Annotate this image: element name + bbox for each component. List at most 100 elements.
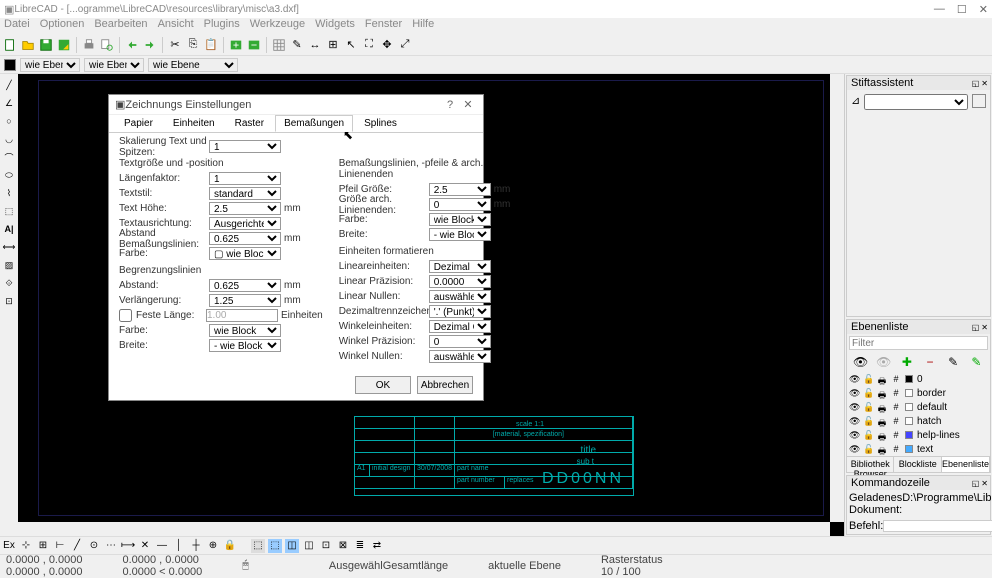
snap-grid-icon[interactable]: ⊞ [36, 539, 50, 553]
layer-edit-icon[interactable]: ✎ [945, 354, 961, 370]
r-farbe-select[interactable]: wie Block [429, 213, 491, 226]
tab-raster[interactable]: Raster [226, 115, 273, 132]
snap-intersection-icon[interactable]: ✕ [138, 539, 152, 553]
tab-layerlist[interactable]: Ebenenliste [942, 457, 990, 472]
restrict-ortho-icon[interactable]: ┼ [189, 539, 203, 553]
eye-icon[interactable]: 👁 [849, 430, 859, 440]
menu-werkzeuge[interactable]: Werkzeuge [250, 18, 305, 34]
sel-single-icon[interactable]: ◫ [285, 539, 299, 553]
zoom-sel-icon[interactable]: ⤢ [397, 37, 413, 53]
textausr-select[interactable]: Ausgerichtet [209, 217, 281, 230]
curve-tool-icon[interactable]: ◡ [2, 132, 16, 146]
menu-hilfe[interactable]: Hilfe [412, 18, 434, 34]
zoom-out-icon[interactable] [246, 37, 262, 53]
tab-papier[interactable]: Papier [115, 115, 162, 132]
saveas-icon[interactable] [56, 37, 72, 53]
sel-contour-icon[interactable]: ◫ [302, 539, 316, 553]
info-tool-icon[interactable]: ⊡ [2, 294, 16, 308]
lock-relative-icon[interactable]: 🔒 [223, 539, 237, 553]
panel-float-icon[interactable]: ◱ [972, 79, 980, 88]
textstil-select[interactable]: standard [209, 187, 281, 200]
pen-pick-icon[interactable]: ⊿ [851, 94, 860, 110]
construct-icon[interactable]: # [891, 402, 901, 412]
lock-icon[interactable]: 🔓 [863, 402, 873, 412]
construct-icon[interactable]: # [891, 444, 901, 454]
menu-datei[interactable]: Datei [4, 18, 30, 34]
snap-middle-icon[interactable]: ⋯ [104, 539, 118, 553]
deztrenn-select[interactable]: '.' (Punkt) [429, 305, 491, 318]
copy-icon[interactable]: ⎘ [185, 37, 201, 53]
print-preview-icon[interactable] [99, 37, 115, 53]
ruler-icon[interactable]: ↔ [307, 37, 323, 53]
pfeil-select[interactable]: 2.5 [429, 183, 491, 196]
vertical-scrollbar[interactable] [830, 74, 844, 522]
zoom-in-icon[interactable] [228, 37, 244, 53]
layer-row[interactable]: 👁🔓🖶#hatch [847, 414, 990, 428]
snap-endpoint-icon[interactable]: ⊢ [53, 539, 67, 553]
sel-intersected-icon[interactable]: ⊠ [336, 539, 350, 553]
layer-show-all-icon[interactable]: 👁 [853, 354, 869, 370]
layer-rename-icon[interactable]: ✎ [968, 354, 984, 370]
farbe-select[interactable]: ▢ wie Block [209, 247, 281, 260]
arc-tool-icon[interactable]: ⌒ [2, 150, 16, 164]
menu-widgets[interactable]: Widgets [315, 18, 355, 34]
panel-close-icon[interactable]: ✕ [981, 323, 988, 332]
dialog-help-icon[interactable]: ? [441, 99, 459, 111]
snap-free-icon[interactable]: ⊹ [19, 539, 33, 553]
layer-row[interactable]: 👁🔓🖶#border [847, 386, 990, 400]
sel-invert-icon[interactable]: ⇄ [370, 539, 384, 553]
snap-dist-icon[interactable]: ⟼ [121, 539, 135, 553]
sel-layer-icon[interactable]: ≣ [353, 539, 367, 553]
abstand-mass-select[interactable]: 0.625 [209, 232, 281, 245]
angle-tool-icon[interactable]: ∠ [2, 96, 16, 110]
print-icon[interactable] [81, 37, 97, 53]
farbe2-select[interactable]: wie Block [209, 324, 281, 337]
close-button[interactable]: ✕ [979, 3, 988, 16]
cmd-input[interactable] [883, 520, 992, 532]
maximize-button[interactable]: ☐ [957, 3, 967, 16]
paste-icon[interactable]: 📋 [203, 37, 219, 53]
restrict-v-icon[interactable]: │ [172, 539, 186, 553]
circle-tool-icon[interactable]: ○ [2, 114, 16, 128]
linnull-select[interactable]: auswählen: [429, 290, 491, 303]
breite-select[interactable]: - wie Block [209, 339, 281, 352]
dialog-close-icon[interactable]: ✕ [459, 98, 477, 111]
layer-color-select[interactable]: wie Ebene [20, 58, 80, 72]
ellipse-tool-icon[interactable]: ⬭ [2, 168, 16, 182]
zoom-prev-icon[interactable]: ↖ [343, 37, 359, 53]
construct-icon[interactable]: # [891, 416, 901, 426]
tab-einheiten[interactable]: Einheiten [164, 115, 224, 132]
lock-icon[interactable]: 🔓 [863, 388, 873, 398]
layer-filter-input[interactable] [849, 336, 988, 350]
menu-ansicht[interactable]: Ansicht [158, 18, 194, 34]
panel-close-icon[interactable]: ✕ [981, 79, 988, 88]
modify-tool-icon[interactable]: ⟐ [2, 276, 16, 290]
pen-select[interactable] [864, 94, 968, 110]
print-icon[interactable]: 🖶 [877, 430, 887, 440]
ok-button[interactable]: OK [355, 376, 411, 394]
minimize-button[interactable]: — [934, 3, 945, 16]
sel-window-icon[interactable]: ⊡ [319, 539, 333, 553]
horizontal-scrollbar[interactable] [18, 522, 830, 536]
cancel-button[interactable]: Abbrechen [417, 376, 473, 394]
open-icon[interactable] [20, 37, 36, 53]
print-icon[interactable]: 🖶 [877, 402, 887, 412]
panel-float-icon[interactable]: ◱ [972, 479, 980, 488]
eye-icon[interactable]: 👁 [849, 402, 859, 412]
winkelprec-select[interactable]: 0 [429, 335, 491, 348]
eye-icon[interactable]: 👁 [849, 388, 859, 398]
panel-close-icon[interactable]: ✕ [981, 479, 988, 488]
dimension-tool-icon[interactable]: ⟷ [2, 240, 16, 254]
print-icon[interactable]: 🖶 [877, 416, 887, 426]
layer-width-select[interactable]: wie Ebene [84, 58, 144, 72]
menu-optionen[interactable]: Optionen [40, 18, 85, 34]
print-icon[interactable]: 🖶 [877, 444, 887, 454]
restrict-h-icon[interactable]: — [155, 539, 169, 553]
tab-bemassungen[interactable]: Bemaßungen [275, 115, 353, 132]
text-tool-icon[interactable]: A| [2, 222, 16, 236]
layer-remove-icon[interactable]: − [922, 354, 938, 370]
sel-deselect-icon[interactable]: ⬚ [251, 539, 265, 553]
relative-zero-icon[interactable]: ⊕ [206, 539, 220, 553]
save-icon[interactable] [38, 37, 54, 53]
color-swatch[interactable] [4, 59, 16, 71]
